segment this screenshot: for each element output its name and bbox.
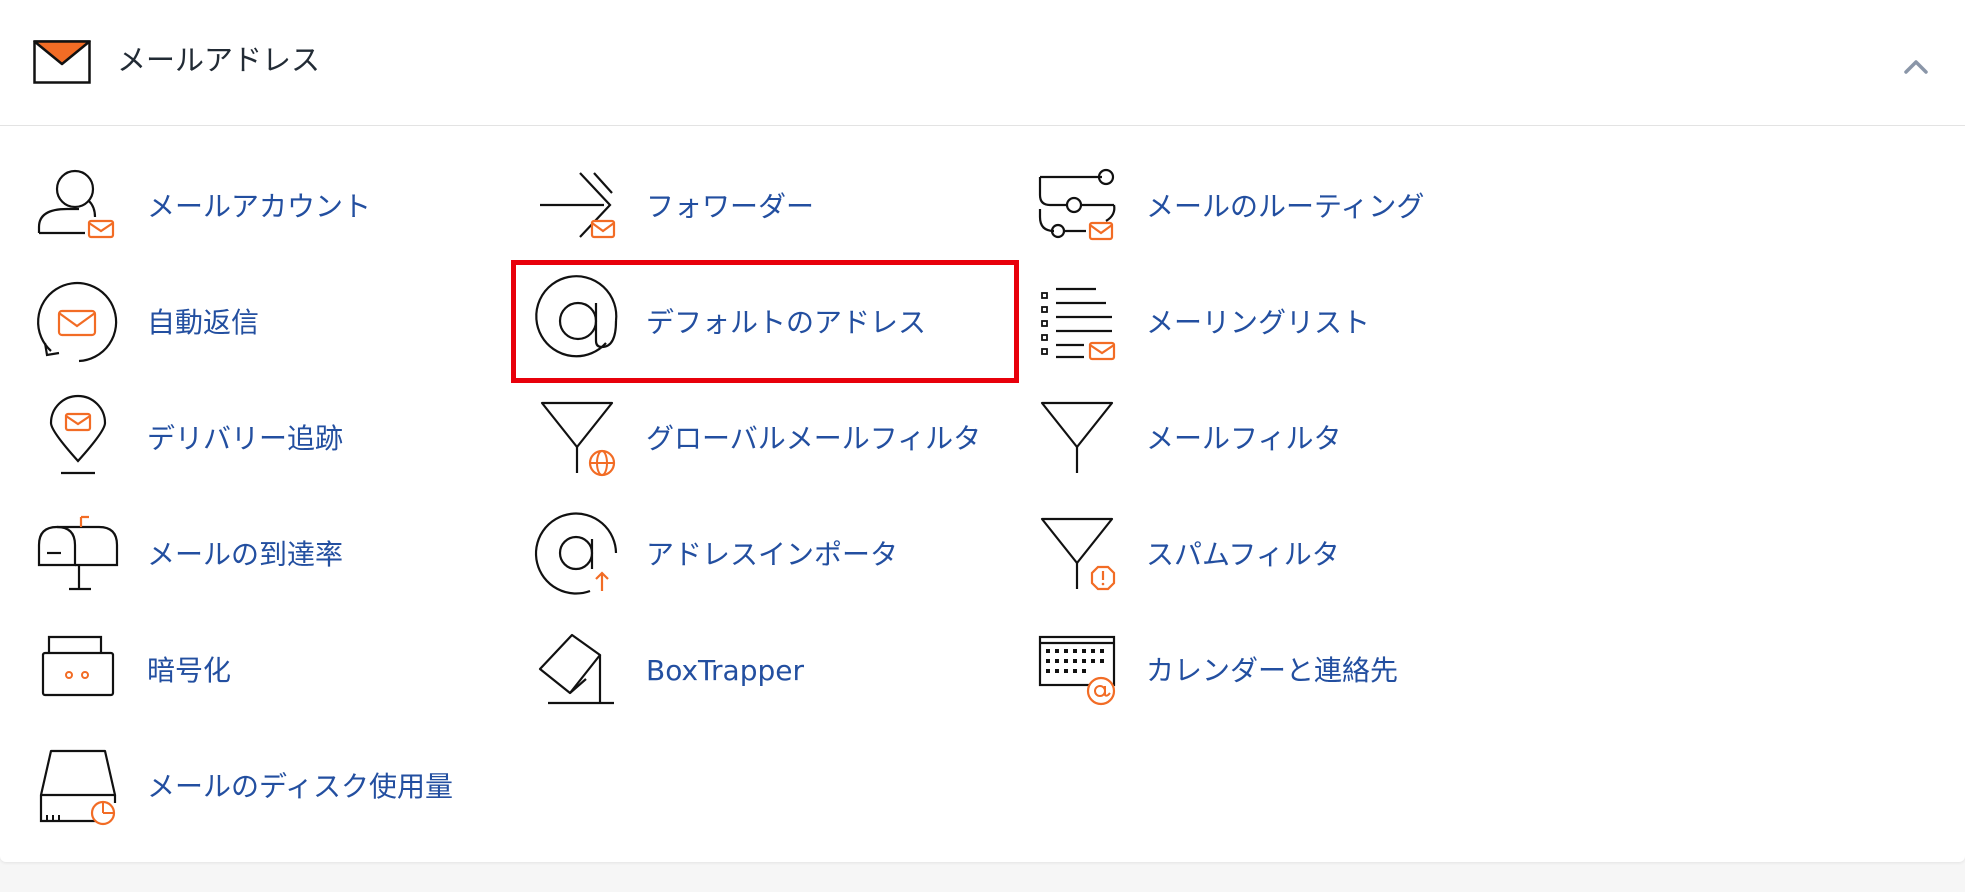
section-header[interactable]: メールアドレス xyxy=(0,0,1965,126)
section-title: メールアドレス xyxy=(117,43,321,77)
autoresponders-icon xyxy=(37,281,127,371)
spam-filters-icon xyxy=(1036,513,1126,603)
item-label: カレンダーと連絡先 xyxy=(1146,654,1399,687)
chevron-up-icon[interactable] xyxy=(1898,48,1934,84)
email-section-panel: メールアドレス メールアカウント フォワーダー メールのルーティング 自動返信 … xyxy=(0,0,1965,862)
item-label: スパムフィルタ xyxy=(1146,538,1340,571)
calendars-contacts-icon xyxy=(1036,629,1126,719)
email-disk-usage-icon xyxy=(37,745,127,835)
mailing-lists-icon xyxy=(1036,281,1126,371)
global-email-filters-icon xyxy=(536,397,626,487)
item-label: 自動返信 xyxy=(147,306,260,339)
item-label: メールのディスク使用量 xyxy=(147,770,454,803)
item-label: デフォルトのアドレス xyxy=(646,306,927,339)
item-label: メーリングリスト xyxy=(1146,306,1371,339)
encryption-icon xyxy=(37,629,127,719)
item-label: BoxTrapper xyxy=(646,654,804,687)
item-label: メールのルーティング xyxy=(1146,190,1425,223)
track-delivery-icon xyxy=(37,394,127,487)
boxtrapper-icon xyxy=(536,629,626,719)
envelope-icon xyxy=(33,40,91,84)
address-importer-icon xyxy=(534,512,626,603)
email-routing-icon xyxy=(1036,165,1126,255)
item-label: メールフィルタ xyxy=(1146,422,1342,455)
email-accounts-icon xyxy=(37,165,127,255)
item-label: アドレスインポータ xyxy=(646,538,899,571)
item-label: デリバリー追跡 xyxy=(147,422,344,455)
item-label: フォワーダー xyxy=(646,190,815,223)
item-label: メールの到達率 xyxy=(147,538,344,571)
item-label: メールアカウント xyxy=(147,190,372,223)
item-label: 暗号化 xyxy=(147,654,232,687)
item-label: グローバルメールフィルタ xyxy=(646,422,982,455)
email-filters-icon xyxy=(1036,397,1126,487)
default-address-icon xyxy=(535,275,626,371)
email-deliverability-icon xyxy=(37,513,127,603)
forwarders-icon xyxy=(536,165,626,255)
